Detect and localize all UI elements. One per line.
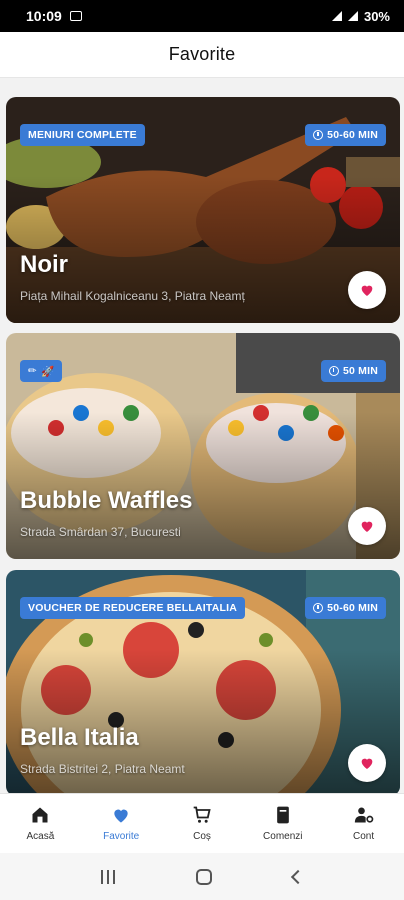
gallery-icon <box>69 11 82 21</box>
heart-icon <box>361 285 373 296</box>
back-button[interactable] <box>291 869 306 884</box>
recent-apps-button[interactable] <box>100 869 115 884</box>
offer-badge: ✏ 🚀 <box>20 360 63 382</box>
restaurant-card-noir[interactable]: MENIURI COMPLETE 50-60 MIN Noir Piața Mi… <box>6 97 400 323</box>
restaurant-address: Strada Bistritei 2, Piatra Neamt <box>20 762 185 776</box>
delivery-time-badge: 50-60 MIN <box>305 597 386 619</box>
restaurant-name: Bella Italia <box>20 724 139 751</box>
restaurant-name: Noir <box>20 251 68 278</box>
book-icon <box>276 806 289 824</box>
cart-icon <box>193 806 211 823</box>
restaurant-address: Strada Smârdan 37, Bucuresti <box>20 525 181 539</box>
nav-item-orders[interactable]: Comenzi <box>242 794 323 853</box>
heart-icon <box>361 758 373 769</box>
system-navigation-bar <box>0 853 404 900</box>
favorite-button[interactable] <box>348 744 386 782</box>
delivery-time-badge: 50-60 MIN <box>305 124 386 146</box>
status-bar: 10:09 30% <box>0 0 404 32</box>
top-bar: Favorite <box>0 32 404 78</box>
offer-badge: MENIURI COMPLETE <box>20 124 145 146</box>
nav-item-favorites[interactable]: Favorite <box>81 794 162 853</box>
page-title: Favorite <box>168 44 236 64</box>
favorites-list[interactable]: MENIURI COMPLETE 50-60 MIN Noir Piața Mi… <box>0 78 404 793</box>
offer-badge: VOUCHER DE REDUCERE BELLAITALIA <box>20 597 246 619</box>
nav-item-home[interactable]: Acasă <box>0 794 81 853</box>
restaurant-card-bubble-waffles[interactable]: ✏ 🚀 50 MIN Bubble Waffles Strada Smârdan… <box>6 333 400 559</box>
nav-item-cart[interactable]: Coș <box>162 794 243 853</box>
signal-icon <box>331 11 342 21</box>
nav-item-account[interactable]: Cont <box>323 794 404 853</box>
home-button[interactable] <box>195 868 212 885</box>
restaurant-name: Bubble Waffles <box>20 487 193 514</box>
restaurant-card-bella-italia[interactable]: VOUCHER DE REDUCERE BELLAITALIA 50-60 MI… <box>6 570 400 793</box>
bottom-navigation: Acasă Favorite Coș Comenzi Cont <box>0 793 404 853</box>
battery-level: 30% <box>363 8 390 24</box>
clock-icon <box>313 603 324 613</box>
heart-icon <box>361 521 373 532</box>
pen-icon: ✏ <box>28 365 37 377</box>
favorite-button[interactable] <box>348 271 386 309</box>
rocket-icon: 🚀 <box>41 365 55 378</box>
heart-icon <box>114 809 128 823</box>
wifi-icon <box>347 11 358 21</box>
user-settings-icon <box>354 807 373 823</box>
restaurant-address: Piața Mihail Kogalniceanu 3, Piatra Neam… <box>20 289 245 303</box>
status-time: 10:09 <box>26 8 62 24</box>
favorite-button[interactable] <box>348 507 386 545</box>
clock-icon <box>328 366 339 376</box>
delivery-time-badge: 50 MIN <box>320 360 386 382</box>
home-icon <box>32 807 48 823</box>
clock-icon <box>313 130 324 140</box>
